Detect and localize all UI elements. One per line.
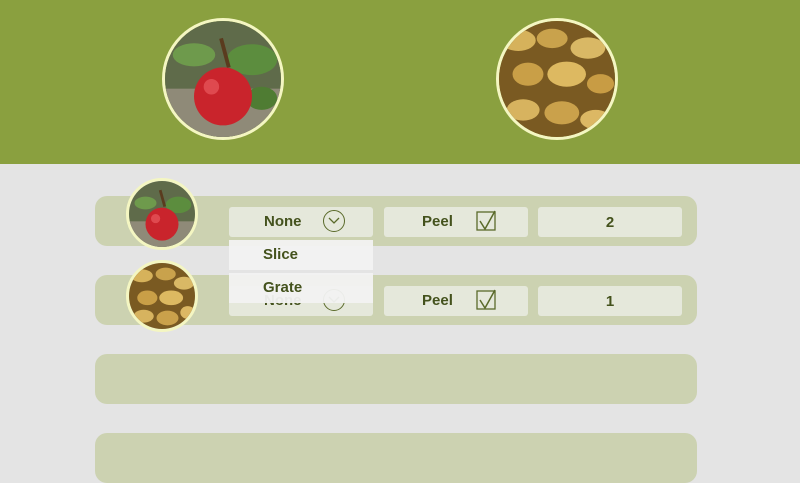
peel-checkbox[interactable] [475,210,497,232]
prep-select[interactable]: None [229,207,373,237]
quantity-field[interactable]: 2 [538,207,682,237]
prep-select-value: None [264,213,302,230]
quantity-field[interactable]: 1 [538,286,682,316]
prep-dropdown-menu: Slice Grate [229,240,373,306]
empty-row [95,433,697,483]
empty-row [95,354,697,404]
dropdown-option-slice[interactable]: Slice [229,240,373,270]
header-banner [0,0,800,164]
apple-hero-icon[interactable] [162,18,284,140]
peel-label: Peel [422,213,453,230]
apple-thumbnail-icon [126,178,198,250]
potato-thumbnail-icon [126,260,198,332]
peel-option: Peel [384,286,528,316]
peel-checkbox[interactable] [475,289,497,311]
chevron-down-icon[interactable] [323,210,345,232]
dropdown-option-grate[interactable]: Grate [229,273,373,303]
potato-hero-icon[interactable] [496,18,618,140]
peel-label: Peel [422,292,453,309]
peel-option: Peel [384,207,528,237]
